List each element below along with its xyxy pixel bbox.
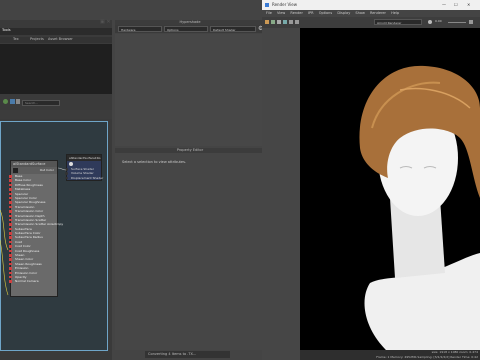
menu-render[interactable]: Render [290, 11, 302, 15]
material-viewer[interactable] [115, 34, 265, 146]
menu-show[interactable]: Show [355, 11, 364, 15]
left-toolbar: ▣ ✕ [0, 20, 112, 28]
maya-app-icon [265, 3, 269, 7]
hypershade-toolbar: Hardware Options Default Shader ⚙ [115, 25, 265, 33]
node-search-input[interactable]: Search... [22, 100, 60, 106]
subtab-projects[interactable]: Projects [30, 37, 44, 42]
rendered-head [359, 65, 480, 354]
exposure-icon [428, 20, 432, 24]
hardware-dropdown[interactable]: Hardware [118, 26, 162, 32]
ipr-icon[interactable] [271, 20, 275, 24]
connection-wire [57, 167, 67, 171]
options-dropdown[interactable]: Options [164, 26, 208, 32]
menu-help[interactable]: Help [391, 11, 399, 15]
region-icon[interactable] [283, 20, 287, 24]
connection-wire [0, 239, 9, 296]
tab-tools[interactable]: Tools [2, 28, 11, 33]
connection-wires [0, 167, 67, 296]
render-view-side-strip [262, 28, 300, 360]
menu-display[interactable]: Display [337, 11, 350, 15]
subtab-asset-browser[interactable]: Asset Browser [48, 37, 73, 42]
menu-renderer[interactable]: Renderer [370, 11, 386, 15]
property-editor-message: Select a selection to view attributes. [122, 160, 187, 164]
menu-options[interactable]: Options [319, 11, 333, 15]
render-view-toolbar: Arnold Renderer 0.00 [262, 17, 480, 28]
menu-ipr[interactable]: IPR [308, 11, 314, 15]
refresh-icon[interactable] [277, 20, 281, 24]
minimize-icon[interactable]: — [442, 0, 446, 10]
grid-icon[interactable] [16, 99, 20, 104]
render-view-status: size: 1918 x 1080 zoom: 0.474 Frame: 1 M… [300, 350, 480, 360]
property-editor-body [115, 153, 265, 350]
conversion-progress: Converting 4 Items to .TX... [145, 351, 230, 358]
renderer-dropdown[interactable]: Arnold Renderer [374, 19, 422, 25]
connection-wire [0, 209, 9, 251]
render-stats-info: Frame: 1 Memory: 4952Mb Sampling: [3/2/2… [376, 355, 478, 359]
render-view-menubar: File View Render IPR Options Display Sho… [262, 10, 480, 17]
exposure-value[interactable]: 0.00 [435, 19, 442, 23]
layout-icon[interactable] [10, 99, 15, 104]
render-image[interactable] [300, 28, 480, 354]
left-subtabs: Tex Projects Asset Browser [0, 37, 112, 43]
shader-browser[interactable] [0, 44, 112, 94]
panel-close-icon[interactable]: ▣ ✕ [100, 20, 111, 25]
render-view-titlebar: Render View — ☐ ✕ [262, 0, 480, 10]
default-shader-dropdown[interactable]: Default Shader [210, 26, 256, 32]
close-icon[interactable]: ✕ [467, 0, 470, 10]
menu-view[interactable]: View [277, 11, 285, 15]
subtab-tex[interactable]: Tex [13, 37, 19, 42]
maximize-icon[interactable]: ☐ [454, 0, 458, 10]
render-view-title: Render View [272, 2, 298, 7]
exposure-slider[interactable] [448, 22, 466, 23]
node-icon[interactable] [3, 99, 8, 104]
menu-file[interactable]: File [266, 11, 272, 15]
left-tabbar: Tools [0, 28, 112, 35]
render-icon[interactable] [265, 20, 269, 24]
graph-tabs [0, 110, 112, 119]
gamma-icon[interactable] [469, 20, 473, 24]
keep-image-icon[interactable] [295, 20, 299, 24]
snapshot-icon[interactable] [289, 20, 293, 24]
